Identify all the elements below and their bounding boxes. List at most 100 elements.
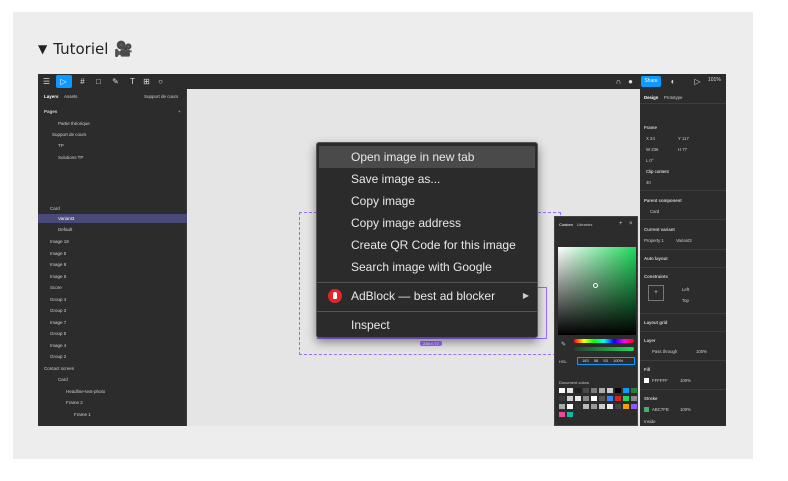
color-swatch[interactable]	[591, 388, 597, 393]
tab-prototype[interactable]: Prototype	[664, 95, 682, 100]
color-swatch[interactable]	[607, 396, 613, 401]
color-swatch[interactable]	[591, 404, 597, 409]
color-swatch[interactable]	[607, 388, 613, 393]
variant-select[interactable]: Variant3	[676, 238, 692, 243]
layer-item[interactable]: Card	[50, 206, 60, 211]
stroke-opacity[interactable]: 100%	[680, 407, 691, 412]
color-swatch[interactable]	[583, 396, 589, 401]
close-icon[interactable]: ×	[629, 221, 633, 227]
page-item[interactable]: Solutions TP	[58, 155, 83, 160]
lightness-value[interactable]: 53	[603, 358, 607, 363]
layer-opacity[interactable]: 100%	[696, 349, 707, 354]
constraint-v[interactable]: Top	[682, 298, 689, 303]
color-swatch[interactable]	[591, 396, 597, 401]
layout-grid-title[interactable]: Layout grid	[644, 320, 667, 325]
color-swatch[interactable]	[567, 404, 573, 409]
menu-item-inspect[interactable]: Inspect	[317, 314, 537, 336]
layer-item[interactable]: Variant3	[58, 216, 74, 221]
color-swatch[interactable]	[599, 404, 605, 409]
play-icon[interactable]: ▷	[693, 77, 702, 86]
fill-opacity[interactable]: 100%	[680, 378, 691, 383]
eyedropper-icon[interactable]: ✎	[561, 341, 566, 348]
layer-item[interactable]: Contact screen	[44, 366, 74, 371]
layer-item[interactable]: Frame 1	[74, 412, 91, 417]
parent-component-value[interactable]: Card	[650, 209, 659, 214]
clip-content-checkbox[interactable]: Clip content	[646, 169, 669, 174]
stroke-swatch[interactable]	[644, 407, 649, 412]
color-swatch[interactable]	[615, 388, 621, 393]
share-button[interactable]: Share	[641, 76, 661, 87]
page-item[interactable]: TP	[58, 143, 64, 148]
disclosure-triangle-icon[interactable]: ▼	[38, 42, 47, 56]
hue-value[interactable]: 183	[582, 358, 589, 363]
headphones-icon[interactable]: ∩	[614, 77, 623, 86]
saturation-area[interactable]	[558, 247, 636, 335]
current-page-label[interactable]: Support de cours	[144, 94, 178, 99]
color-swatch[interactable]	[583, 388, 589, 393]
color-swatch[interactable]	[623, 404, 629, 409]
figma-menu-icon[interactable]: ☰	[42, 77, 51, 86]
menu-item-copy-image[interactable]: Copy image	[317, 190, 537, 212]
resources-tool-icon[interactable]: ⊞	[142, 77, 151, 86]
add-page-icon[interactable]: +	[178, 109, 181, 114]
color-swatch[interactable]	[623, 396, 629, 401]
color-swatch[interactable]	[599, 396, 605, 401]
layer-item[interactable]: Image 6	[50, 274, 66, 279]
summary-title[interactable]: Tutoriel	[53, 40, 108, 58]
color-swatch[interactable]	[615, 404, 621, 409]
y-field[interactable]: Y 117	[678, 136, 689, 141]
x-field[interactable]: X 24	[646, 136, 655, 141]
layer-item[interactable]: Headline-text-photo	[66, 389, 105, 394]
fill-swatch[interactable]	[644, 378, 649, 383]
stroke-hex[interactable]: ABC7FB	[652, 407, 669, 412]
w-field[interactable]: W 236	[646, 147, 658, 152]
color-swatch[interactable]	[631, 396, 637, 401]
comment-tool-icon[interactable]: ○	[156, 77, 165, 86]
layer-item[interactable]: Group 2	[50, 354, 66, 359]
layer-item[interactable]: Score	[50, 285, 62, 290]
fill-hex[interactable]: FFFFFF	[652, 378, 668, 383]
stroke-position[interactable]: Inside	[644, 419, 655, 424]
auto-layout-title[interactable]: Auto layout	[644, 256, 668, 261]
layer-item[interactable]: Image 8	[50, 262, 66, 267]
color-swatch[interactable]	[567, 412, 573, 417]
constraints-widget[interactable]: +	[648, 285, 664, 301]
color-swatch[interactable]	[559, 412, 565, 417]
h-field[interactable]: H 77	[678, 147, 687, 152]
picker-tab-custom[interactable]: Custom	[559, 222, 573, 227]
color-swatch[interactable]	[575, 388, 581, 393]
rotation-field[interactable]: L 0°	[646, 158, 654, 163]
color-swatch[interactable]	[631, 404, 637, 409]
layer-item[interactable]: Frame 2	[66, 400, 83, 405]
layer-item[interactable]: Image 5	[50, 251, 66, 256]
color-value-fields[interactable]: 183 58 53 100%	[577, 357, 635, 365]
pen-tool-icon[interactable]: ✎	[111, 77, 120, 86]
layer-item[interactable]: Default	[58, 227, 72, 232]
color-swatch[interactable]	[575, 404, 581, 409]
tutorial-summary[interactable]: ▼ Tutoriel 🎥	[38, 40, 133, 58]
tab-assets[interactable]: Assets	[64, 94, 78, 99]
color-swatch[interactable]	[607, 404, 613, 409]
menu-item-open-image-new-tab[interactable]: Open image in new tab	[319, 146, 535, 168]
alpha-value[interactable]: 100%	[613, 358, 623, 363]
tab-design[interactable]: Design	[644, 95, 658, 100]
radius-field[interactable]: 40	[646, 180, 651, 185]
layer-item[interactable]: Card	[58, 377, 68, 382]
color-swatch[interactable]	[559, 388, 565, 393]
color-swatch[interactable]	[559, 396, 565, 401]
color-swatch[interactable]	[567, 396, 573, 401]
dev-mode-toggle[interactable]: ◐	[666, 77, 680, 86]
layer-item[interactable]: Group 4	[50, 297, 66, 302]
color-cursor[interactable]	[593, 283, 598, 288]
menu-item-search-image[interactable]: Search image with Google	[317, 256, 537, 278]
avatar[interactable]: ●	[626, 77, 635, 86]
layer-item[interactable]: Image 4	[50, 343, 66, 348]
color-mode-select[interactable]: HSL	[559, 359, 567, 364]
tab-layers[interactable]: Layers	[44, 94, 59, 99]
page-item[interactable]: Partie théorique	[58, 121, 90, 126]
saturation-value[interactable]: 58	[594, 358, 598, 363]
menu-item-copy-image-address[interactable]: Copy image address	[317, 212, 537, 234]
color-swatch[interactable]	[575, 396, 581, 401]
frame-tool-icon[interactable]: #	[78, 77, 87, 86]
blend-mode-select[interactable]: Pass through	[652, 349, 677, 354]
